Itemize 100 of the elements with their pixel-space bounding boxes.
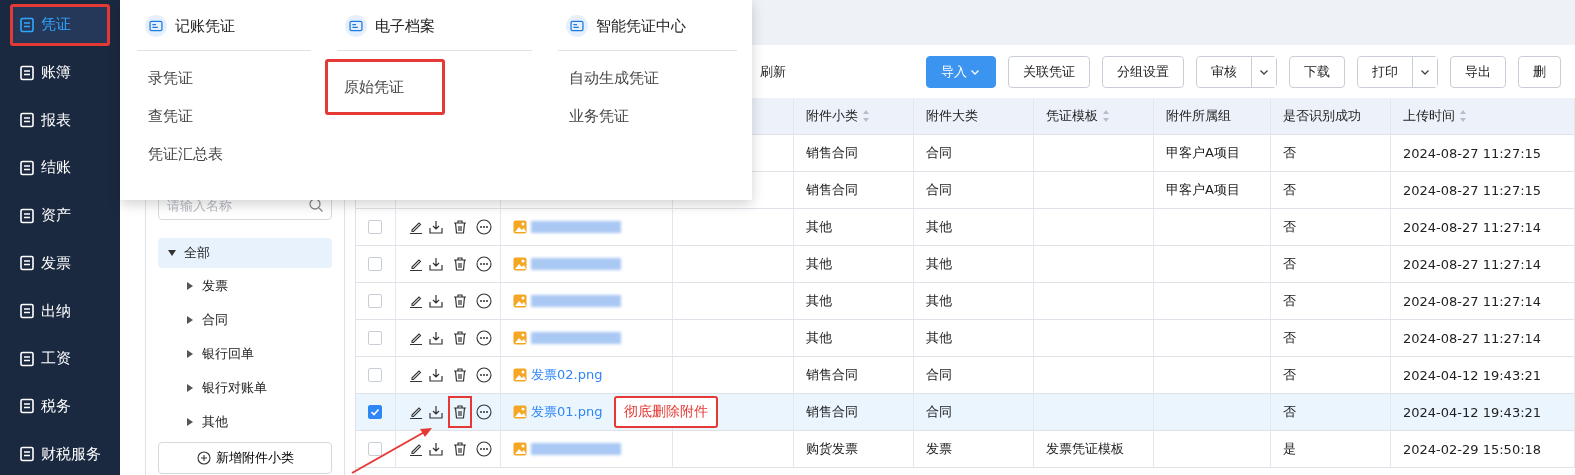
menu-item[interactable]: 查凭证 — [137, 97, 311, 135]
delete-icon[interactable] — [452, 441, 468, 457]
more-icon[interactable] — [476, 367, 492, 383]
sidebar-item[interactable]: 财税服务 — [10, 433, 110, 475]
tree-item[interactable]: 全部 — [158, 238, 332, 268]
file-link[interactable]: 发票02.png — [531, 366, 603, 384]
menu-item[interactable]: 录凭证 — [137, 59, 311, 97]
table-cell: 是 — [1271, 431, 1391, 467]
row-checkbox[interactable] — [368, 331, 382, 345]
tree-item[interactable]: 银行对账单 — [158, 372, 332, 404]
collapsed-triangle-icon[interactable] — [186, 418, 194, 426]
sidebar-item[interactable]: 税务 — [10, 385, 110, 428]
row-checkbox[interactable] — [368, 294, 382, 308]
table-cell: 2024-08-27 11:27:15 — [1391, 135, 1575, 171]
more-icon[interactable] — [476, 441, 492, 457]
delete-icon[interactable] — [452, 330, 468, 346]
table-cell: 其他 — [794, 246, 914, 282]
document-icon — [19, 159, 35, 176]
more-icon[interactable] — [476, 404, 492, 420]
add-subcategory-button[interactable]: 新增附件小类 — [158, 442, 332, 474]
tree-item[interactable]: 银行回单 — [158, 338, 332, 370]
tree-item[interactable]: 其他 — [158, 406, 332, 438]
table-cell: 否 — [1271, 172, 1391, 208]
document-icon — [19, 255, 35, 272]
menu-heading: 电子档案 — [374, 16, 435, 36]
menu-item[interactable]: 业务凭证 — [558, 97, 737, 135]
sidebar-item[interactable]: 出纳 — [10, 290, 110, 332]
column-header: 附件小类 — [794, 98, 914, 134]
image-file-icon — [513, 220, 527, 234]
document-icon — [19, 112, 35, 129]
sidebar-item[interactable]: 发票 — [10, 242, 110, 285]
document-icon — [19, 207, 35, 224]
menu-item[interactable]: 自动生成凭证 — [558, 59, 737, 97]
row-checkbox[interactable] — [368, 442, 382, 456]
tree-item[interactable]: 合同 — [158, 304, 332, 336]
table-cell: 其他 — [914, 246, 1034, 282]
download-icon[interactable] — [428, 219, 444, 235]
more-icon[interactable] — [476, 293, 492, 309]
table-cell: 销售合同 — [794, 172, 914, 208]
delete-icon[interactable] — [452, 404, 468, 420]
sidebar-item[interactable]: 资产 — [10, 194, 110, 237]
download-icon[interactable] — [428, 330, 444, 346]
menu-item[interactable]: 凭证汇总表 — [137, 135, 311, 173]
more-icon[interactable] — [476, 256, 492, 272]
document-icon — [19, 64, 35, 81]
table-cell: 发票凭证模板 — [1034, 431, 1154, 467]
toolbar-button[interactable]: 删 — [1518, 55, 1561, 88]
table-cell: 其他 — [794, 283, 914, 319]
document-icon — [19, 303, 35, 320]
column-header: 上传时间 — [1391, 98, 1575, 134]
download-icon[interactable] — [428, 404, 444, 420]
toolbar-button[interactable]: 导出 — [1450, 55, 1506, 88]
more-icon[interactable] — [476, 219, 492, 235]
menu-item[interactable]: 原始凭证 — [324, 59, 445, 115]
download-icon[interactable] — [428, 367, 444, 383]
row-checkbox[interactable] — [368, 257, 382, 271]
image-file-icon — [513, 257, 527, 271]
collapsed-triangle-icon[interactable] — [186, 282, 194, 290]
table-cell: 否 — [1271, 357, 1391, 393]
table-cell: 否 — [1271, 283, 1391, 319]
table-cell: 其他 — [914, 283, 1034, 319]
sidebar-item[interactable]: 凭证 — [10, 4, 110, 46]
collapsed-triangle-icon[interactable] — [186, 350, 194, 358]
expanded-triangle-icon[interactable] — [168, 249, 176, 257]
collapsed-triangle-icon[interactable] — [186, 384, 194, 392]
image-file-icon — [513, 405, 527, 419]
download-icon[interactable] — [428, 256, 444, 272]
row-checkbox[interactable] — [368, 368, 382, 382]
table-cell: 其他 — [914, 320, 1034, 356]
collapsed-triangle-icon[interactable] — [186, 316, 194, 324]
delete-icon[interactable] — [452, 219, 468, 235]
sidebar-item[interactable]: 工资 — [10, 337, 110, 380]
refresh-link[interactable]: 刷新 — [760, 62, 786, 81]
column-header: 附件所属组 — [1154, 98, 1271, 134]
delete-icon[interactable] — [452, 367, 468, 383]
table-cell: 合同 — [914, 357, 1034, 393]
image-file-icon — [513, 442, 527, 456]
column-header: 凭证模板 — [1034, 98, 1154, 134]
sidebar-item[interactable]: 结账 — [10, 147, 110, 189]
delete-icon[interactable] — [452, 256, 468, 272]
toolbar-button[interactable]: 分组设置 — [1102, 55, 1184, 88]
delete-icon[interactable] — [452, 293, 468, 309]
sidebar-item[interactable]: 报表 — [10, 99, 110, 142]
table-cell: 其他 — [914, 209, 1034, 245]
toolbar-button[interactable]: 下载 — [1289, 55, 1345, 88]
more-icon[interactable] — [476, 330, 492, 346]
table-cell: 2024-08-27 11:27:14 — [1391, 320, 1575, 356]
tree-item[interactable]: 发票 — [158, 270, 332, 302]
card-icon — [344, 15, 367, 37]
card-icon — [145, 15, 167, 37]
table-cell: 合同 — [914, 172, 1034, 208]
menu-heading: 智能凭证中心 — [596, 16, 687, 36]
sidebar-item[interactable]: 账簿 — [10, 51, 110, 94]
row-checkbox[interactable] — [368, 405, 382, 419]
document-icon — [19, 16, 35, 33]
row-checkbox[interactable] — [368, 220, 382, 234]
download-icon[interactable] — [428, 441, 444, 457]
table-cell: 2024-08-27 11:27:14 — [1391, 246, 1575, 282]
toolbar-button[interactable]: 关联凭证 — [1008, 55, 1090, 88]
download-icon[interactable] — [428, 293, 444, 309]
